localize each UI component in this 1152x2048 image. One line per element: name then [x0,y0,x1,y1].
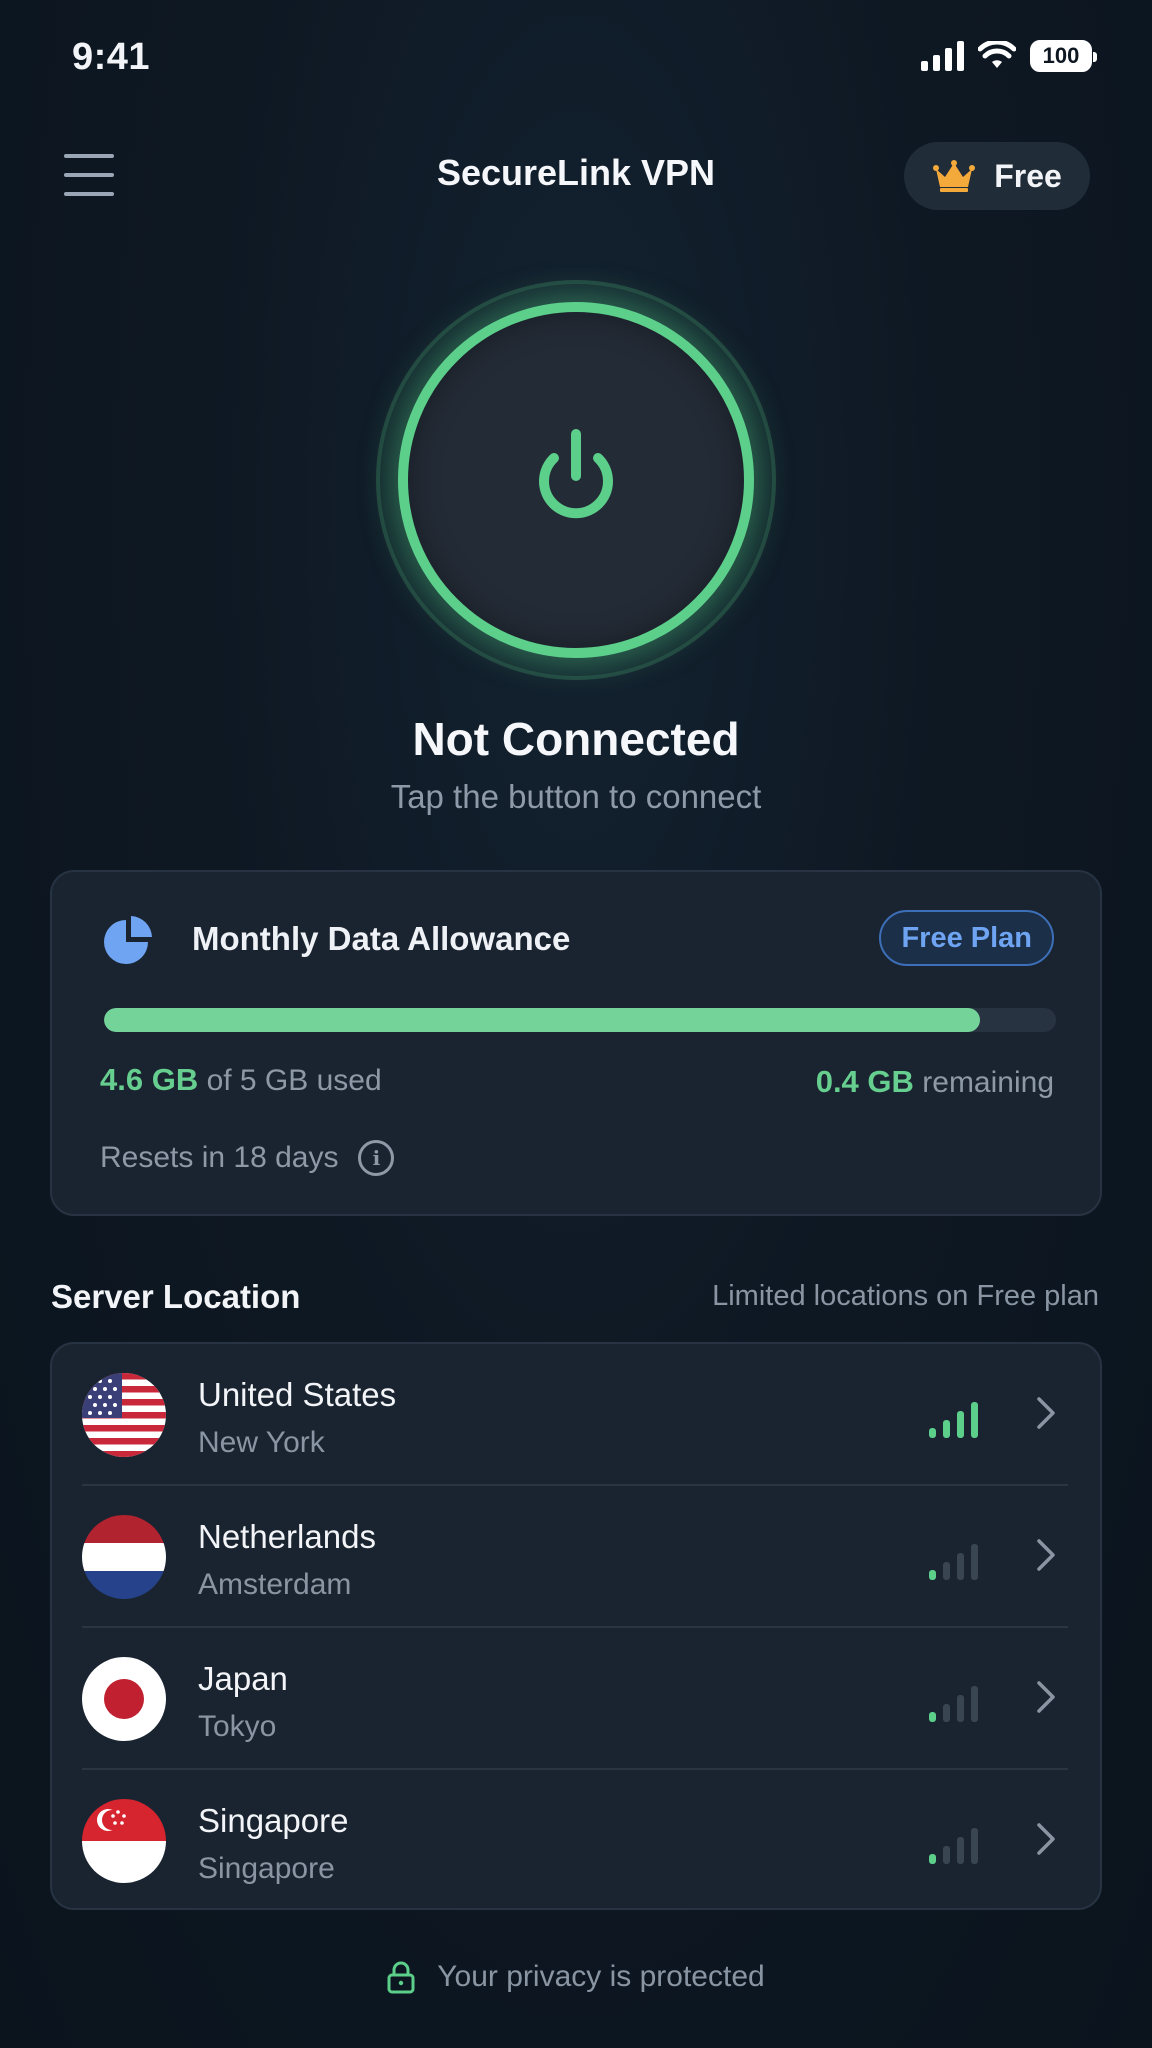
chevron-right-icon [1037,1823,1055,1855]
server-city: Amsterdam [198,1568,352,1601]
server-item-netherlands[interactable]: Netherlands Amsterdam [52,1486,1100,1628]
signal-strength-icon [929,1398,978,1438]
sg-flag-icon [82,1799,166,1883]
server-location-note: Limited locations on Free plan [712,1280,1099,1312]
privacy-text: Your privacy is protected [437,1960,765,1993]
connect-button[interactable] [398,302,754,658]
data-used: 4.6 GB of 5 GB used [100,1062,382,1098]
power-icon [539,429,613,519]
signal-bar [971,1544,978,1580]
chevron-right-icon [1037,1681,1055,1713]
signal-strength-icon [929,1824,978,1864]
plan-badge: Free Plan [879,910,1054,966]
signal-bar [929,1428,936,1438]
signal-bar [943,1562,950,1580]
server-city: Singapore [198,1852,335,1885]
plan-upgrade-button[interactable]: Free [904,142,1090,210]
pie-chart-icon [104,916,152,964]
wifi-icon [978,41,1016,68]
status-bar: 9:41 100 [0,0,1152,120]
server-city: Tokyo [198,1710,277,1743]
server-city: New York [198,1426,325,1459]
signal-bar [943,1704,950,1722]
signal-strength-icon [929,1682,978,1722]
signal-bar [957,1553,964,1580]
signal-bar [943,1420,950,1438]
lock-icon [387,1961,415,1994]
jp-flag-icon [82,1657,166,1741]
signal-bar [971,1686,978,1722]
signal-bar [957,1837,964,1864]
server-location-heading: Server Location [51,1278,301,1315]
info-icon[interactable]: i [358,1140,395,1176]
server-item-singapore[interactable]: Singapore Singapore [52,1770,1100,1908]
reset-text: Resets in 18 days [100,1141,339,1174]
signal-bar [957,1411,964,1438]
plan-label: Free [994,157,1062,194]
signal-bar [957,1695,964,1722]
crown-icon [933,160,976,192]
data-allowance-card: Monthly Data Allowance Free Plan 4.6 GB … [50,870,1102,1216]
app-header: SecureLink VPN Free [0,140,1152,240]
server-country: Singapore [198,1802,349,1839]
battery-level: 100 [1042,43,1080,68]
connect-button-wrapper [376,280,776,680]
server-list: United States New York Netherlands Amste… [50,1342,1102,1910]
server-item-united-states[interactable]: United States New York [52,1344,1100,1486]
signal-bar [929,1712,936,1722]
server-item-japan[interactable]: Japan Tokyo [52,1628,1100,1770]
nl-flag-icon [82,1515,166,1599]
data-remaining-suffix: remaining [922,1066,1054,1099]
cellular-signal-icon [921,41,964,71]
server-country: United States [198,1376,397,1413]
signal-bar [971,1402,978,1438]
data-used-suffix: of 5 GB used [206,1064,382,1097]
data-usage-progress [104,1008,1056,1032]
server-country: Netherlands [198,1518,376,1555]
signal-strength-icon [929,1540,978,1580]
chevron-right-icon [1037,1539,1055,1571]
signal-bar [929,1854,936,1864]
connection-hint: Tap the button to connect [390,778,762,815]
data-remaining-value: 0.4 GB [815,1064,914,1099]
signal-bar [971,1828,978,1864]
server-country: Japan [198,1660,288,1697]
reset-info: Resets in 18 days i [100,1140,395,1176]
signal-bar [943,1846,950,1864]
data-card-title: Monthly Data Allowance [192,920,571,957]
connection-status: Not Connected [412,713,740,765]
privacy-footer: Your privacy is protected [0,1960,1152,1994]
chevron-right-icon [1037,1397,1055,1429]
us-flag-icon [82,1373,166,1457]
data-used-value: 4.6 GB [100,1062,199,1097]
status-icons: 100 [921,40,1097,72]
data-remaining: 0.4 GB remaining [816,1064,1054,1100]
data-usage-progress-fill [104,1008,980,1032]
signal-bar [929,1570,936,1580]
battery-icon: 100 [1030,40,1097,72]
status-time: 9:41 [72,36,151,78]
